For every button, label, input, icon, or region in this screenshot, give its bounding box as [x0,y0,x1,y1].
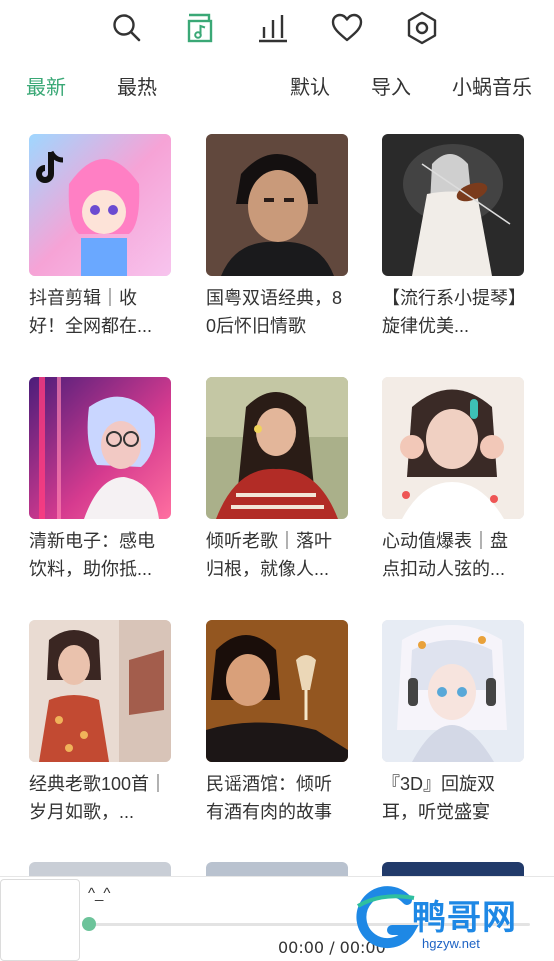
playlist-title: 清新电子：感电饮料，助你抵... [29,531,155,579]
playlist-card[interactable]: 抖音剪辑｜收好！全网都在... [29,134,171,340]
playlist-cover[interactable] [382,620,524,762]
playlist-cover[interactable] [206,134,348,276]
playlist-title: 【流行系小提琴】旋律优美... [382,288,517,336]
playlist-card[interactable]: 倾听老歌｜落叶归根，就像人... [206,377,348,583]
playlist-card[interactable]: 心动值爆表｜盘点扣动人弦的... [382,377,524,583]
playlist-title: 经典老歌100首｜岁月如歌，... [29,774,168,822]
watermark-logo: 鸭哥网 hgzyw.net [352,886,554,956]
playlist-cover[interactable] [29,620,171,762]
playlist-cover[interactable] [382,377,524,519]
playlist-card[interactable]: 『3D』回旋双耳，听觉盛宴 [382,620,524,826]
playlist-cover-partial[interactable] [29,862,171,876]
watermark-text: 鸭哥网 [412,898,517,938]
import-button[interactable]: 导入 [371,74,411,102]
tab-latest[interactable]: 最新 [26,74,66,102]
playlist-title: 国粤双语经典，80后怀旧情歌 [206,288,343,336]
filter-tabs: 最新 最热 默认 导入 小蜗音乐 [0,70,554,110]
search-icon[interactable] [109,10,145,46]
chart-icon[interactable] [255,10,291,46]
playlist-title: 心动值爆表｜盘点扣动人弦的... [382,531,508,579]
playlist-card[interactable]: 经典老歌100首｜岁月如歌，... [29,620,171,826]
playlist-card[interactable]: 【流行系小提琴】旋律优美... [382,134,524,340]
watermark-url: hgzyw.net [422,936,480,951]
now-playing-title: ^_^ [88,885,111,902]
playlist-cover[interactable] [206,620,348,762]
playlist-card[interactable]: 国粤双语经典，80后怀旧情歌 [206,134,348,340]
playlist-title: 民谣酒馆：倾听有酒有肉的故事 [206,774,332,822]
sort-default-button[interactable]: 默认 [290,74,330,102]
source-select[interactable]: 小蜗音乐 [452,74,532,102]
playlist-title: 抖音剪辑｜收好！全网都在... [29,288,153,336]
playlist-cover[interactable] [29,377,171,519]
playlist-title: 『3D』回旋双耳，听觉盛宴 [382,774,496,822]
heart-icon[interactable] [329,10,365,46]
top-toolbar [0,0,554,58]
settings-icon[interactable] [404,10,440,46]
playlist-cover[interactable] [382,134,524,276]
playlist-card[interactable]: 民谣酒馆：倾听有酒有肉的故事 [206,620,348,826]
playlist-cover[interactable] [29,134,171,276]
tab-hottest[interactable]: 最热 [117,74,157,102]
playlist-cover-partial[interactable] [206,862,348,876]
playlist-title: 倾听老歌｜落叶归根，就像人... [206,531,332,579]
playlist-cover-partial[interactable] [382,862,524,876]
progress-handle[interactable] [82,917,96,931]
music-library-icon[interactable] [182,10,218,46]
playlist-cover[interactable] [206,377,348,519]
playlist-card[interactable]: 清新电子：感电饮料，助你抵... [29,377,171,583]
now-playing-cover[interactable] [0,879,80,961]
